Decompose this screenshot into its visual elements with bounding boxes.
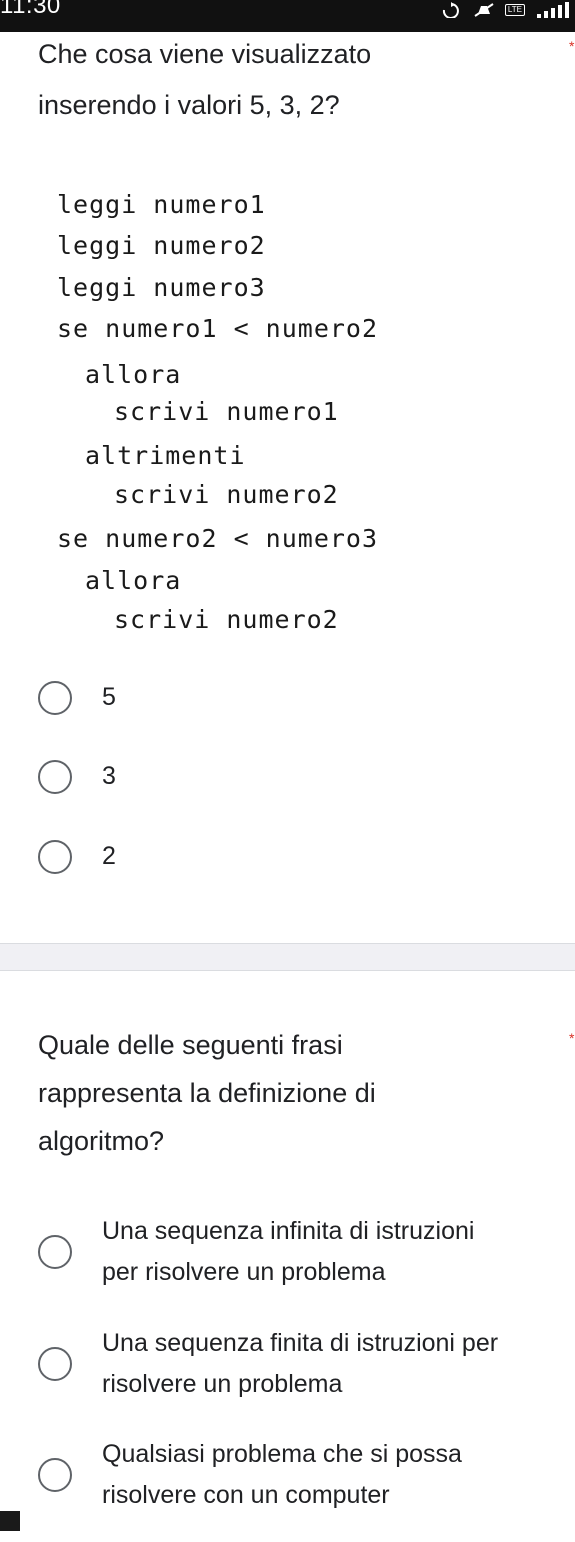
question-2-title-line-2: rappresenta la definizione di bbox=[38, 1078, 376, 1108]
radio-button[interactable] bbox=[38, 1235, 72, 1269]
question-separator bbox=[0, 943, 575, 971]
option-label-line-2: per risolvere un problema bbox=[102, 1258, 386, 1286]
option-any-problem[interactable]: Qualsiasi problema che si possa risolver… bbox=[38, 1434, 575, 1516]
code-line: leggi numero1 bbox=[57, 190, 266, 219]
code-line: scrivi numero2 bbox=[114, 605, 339, 634]
lte-icon: LTE bbox=[504, 4, 525, 16]
status-time: 11:30 bbox=[0, 0, 61, 19]
option-label-line-1: Una sequenza finita di istruzioni per bbox=[102, 1329, 499, 1357]
radio-button[interactable] bbox=[38, 1347, 72, 1381]
option-label-line-1: Qualsiasi problema che si possa bbox=[102, 1440, 462, 1468]
option-label-line-2: risolvere un problema bbox=[102, 1370, 343, 1398]
sync-icon bbox=[441, 2, 463, 18]
radio-button[interactable] bbox=[38, 760, 72, 794]
corner-marker bbox=[0, 1511, 20, 1531]
required-marker: * bbox=[569, 38, 575, 54]
option-3[interactable]: 3 bbox=[38, 760, 575, 794]
code-line: allora bbox=[85, 360, 182, 389]
question-1-title-line-1: Che cosa viene visualizzato bbox=[38, 39, 372, 69]
mute-icon bbox=[473, 2, 495, 18]
required-marker: * bbox=[569, 1030, 575, 1046]
status-icons: LTE bbox=[441, 0, 569, 20]
code-line: allora bbox=[85, 566, 182, 595]
code-line: scrivi numero1 bbox=[114, 397, 339, 426]
option-2[interactable]: 2 bbox=[38, 840, 575, 874]
signal-icon bbox=[535, 2, 569, 18]
question-2-title-line-3: algoritmo? bbox=[38, 1126, 165, 1156]
question-1-title-line-2: inserendo i valori 5, 3, 2? bbox=[38, 90, 340, 120]
status-bar: 11:30 LTE bbox=[0, 0, 575, 32]
option-finite-sequence[interactable]: Una sequenza finita di istruzioni per ri… bbox=[38, 1323, 575, 1405]
code-line: se numero2 < numero3 bbox=[57, 524, 379, 553]
radio-button[interactable] bbox=[38, 840, 72, 874]
option-5[interactable]: 5 bbox=[38, 681, 575, 715]
option-label-line-2: risolvere con un computer bbox=[102, 1481, 390, 1509]
code-line: altrimenti bbox=[85, 441, 246, 470]
code-line: se numero1 < numero2 bbox=[57, 314, 379, 343]
option-label-line-1: Una sequenza infinita di istruzioni bbox=[102, 1217, 475, 1245]
option-label: 2 bbox=[102, 842, 116, 870]
radio-button[interactable] bbox=[38, 1458, 72, 1492]
code-line: leggi numero3 bbox=[57, 273, 266, 302]
radio-button[interactable] bbox=[38, 681, 72, 715]
code-line: scrivi numero2 bbox=[114, 480, 339, 509]
question-2-title-line-1: Quale delle seguenti frasi bbox=[38, 1030, 343, 1060]
option-label: 5 bbox=[102, 683, 116, 711]
option-label: 3 bbox=[102, 762, 116, 790]
code-line: leggi numero2 bbox=[57, 231, 266, 260]
option-infinite-sequence[interactable]: Una sequenza infinita di istruzioni per … bbox=[38, 1211, 575, 1293]
